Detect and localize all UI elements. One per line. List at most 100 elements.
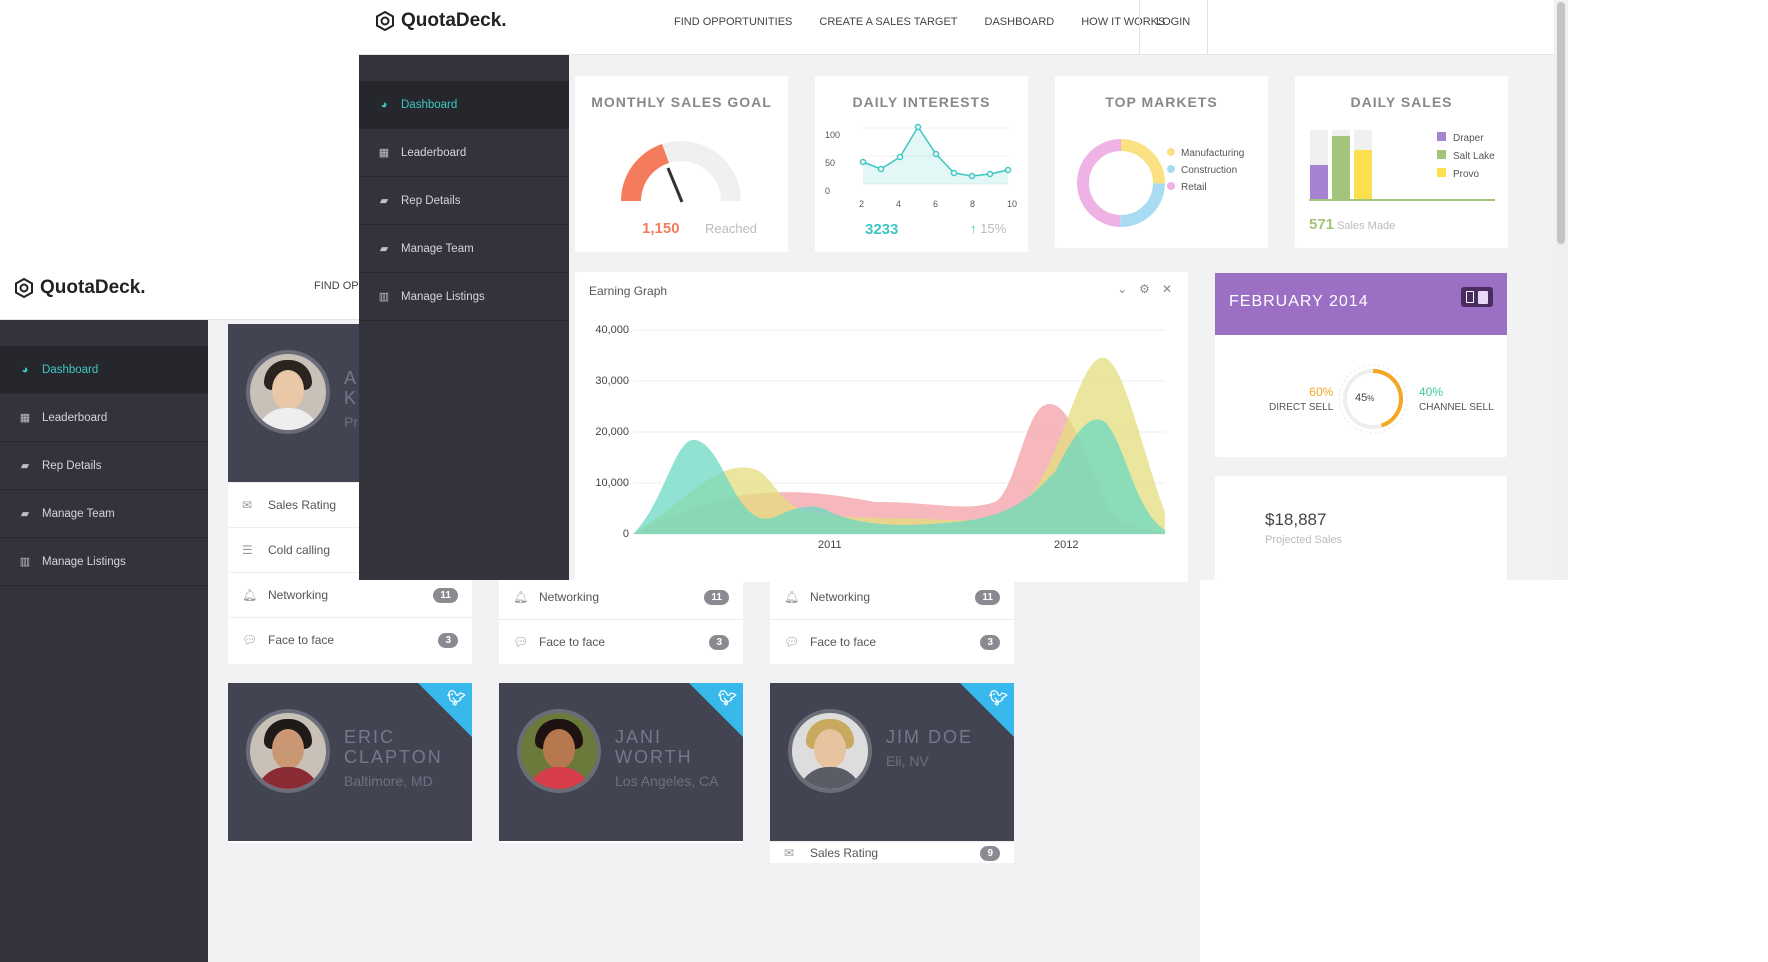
count-badge: 11 [975, 589, 1000, 605]
front-topbar: QuotaDeck. FIND OPPORTUNITIES CREATE A S… [359, 0, 1568, 55]
stat-row-face-to-face: 💬︎ Face to face 3 [770, 619, 1014, 664]
avatar[interactable] [517, 709, 601, 793]
profile-card-eric: ERIC CLAPTON Baltimore, MD 🐦︎ [228, 683, 472, 843]
bell-icon: 🔔︎ [242, 588, 258, 602]
chat-icon: 💬︎ [784, 635, 800, 649]
rep-card: 🔔︎ Networking 11 💬︎ Face to face 3 [770, 574, 1014, 664]
sidebar-item-manage-listings[interactable]: ▥ Manage Listings [359, 273, 569, 321]
count-badge: 11 [704, 589, 729, 605]
chat-icon: 💬︎ [242, 633, 258, 647]
logo-icon [376, 11, 394, 31]
stat-row-face-to-face: 💬︎ Face to face 3 [499, 619, 743, 664]
list-icon: ☰ [242, 543, 253, 557]
stat-row-face-to-face: 💬︎ Face to face 3 [228, 617, 472, 662]
interests-change: ↑ 15% [970, 221, 1007, 236]
brand-name: QuotaDeck. [401, 10, 507, 31]
projected-value: $18,887 [1265, 510, 1327, 529]
brand-name: QuotaDeck. [40, 277, 146, 298]
grid-icon: ▦ [19, 412, 31, 424]
bar-chart-icon: ▥ [378, 291, 390, 303]
twitter-icon[interactable]: 🐦︎ [418, 683, 472, 737]
nav-create-sales-target[interactable]: CREATE A SALES TARGET [819, 16, 957, 28]
nav-login[interactable]: LOGIN [1156, 16, 1190, 28]
sidebar-item-rep-details[interactable]: ▰ Rep Details [359, 177, 569, 225]
ring-value: 45% [1355, 392, 1375, 404]
nav-how-it-works[interactable]: HOW IT WORKS [1081, 16, 1165, 28]
book-icon: ▰ [20, 460, 30, 472]
profile-location: Los Angeles, CA [615, 773, 719, 789]
grid-icon: ▦ [378, 147, 390, 159]
avatar[interactable] [246, 709, 330, 793]
sidebar-item-dashboard[interactable]: ◕ Dashboard [359, 81, 569, 129]
profile-location: Baltimore, MD [344, 773, 433, 789]
daily-interests-card: DAILY INTERESTS 100 50 0 2 4 6 8 10 3233 ↑ 15% [815, 76, 1028, 252]
sidebar-item-rep-details[interactable]: ▰ Rep Details [0, 442, 208, 490]
chart-legend: Manufacturing Construction Retail [1167, 145, 1244, 196]
count-badge: 11 [433, 587, 458, 603]
chart-legend: Draper Salt Lake Provo [1437, 130, 1495, 184]
profile-location: Eli, NV [886, 753, 929, 769]
daily-sales-card: DAILY SALES Draper Salt Lake Provo 571 S… [1295, 76, 1508, 248]
twitter-icon[interactable]: 🐦︎ [689, 683, 743, 737]
area-chart [633, 329, 1165, 535]
nav-find-opportunities[interactable]: FIND OPPORTUNITIES [674, 16, 792, 28]
front-sidebar: ◕ Dashboard ▦ Leaderboard ▰ Rep Details ▰ Ma… [359, 55, 569, 580]
envelope-icon: ✉ [784, 846, 795, 860]
count-badge: 3 [438, 632, 458, 648]
rep-card: 🔔︎ Networking 11 💬︎ Face to face 3 [499, 574, 743, 664]
top-markets-card: TOP MARKETS Manufacturing Construction R… [1055, 76, 1268, 248]
front-logo[interactable]: QuotaDeck. [375, 10, 507, 32]
stat-row-sales-rating: ✉ Sales Rating 9 [770, 841, 1014, 863]
sidebar-item-dashboard[interactable]: ◕ Dashboard [0, 346, 208, 394]
count-badge: 3 [709, 634, 729, 650]
sidebar-item-leaderboard[interactable]: ▦ Leaderboard [359, 129, 569, 177]
logo-icon [15, 278, 33, 298]
sidebar-item-leaderboard[interactable]: ▦ Leaderboard [0, 394, 208, 442]
dashboard-icon: ◕ [21, 363, 29, 376]
profile-card-jim: JIM DOE Eli, NV 🐦︎ ✉ Sales Rating 9 [770, 683, 1014, 863]
profile-card-jani: JANI WORTH Los Angeles, CA 🐦︎ [499, 683, 743, 843]
channel-sell: 40% CHANNEL SELL [1419, 385, 1494, 413]
sidebar-item-manage-team[interactable]: ▰ Manage Team [359, 225, 569, 273]
book-icon: ▰ [20, 508, 30, 520]
monthly-sales-goal-card: MONTHLY SALES GOAL 1,150 Reached [575, 76, 788, 252]
bell-icon: 🔔︎ [513, 590, 529, 604]
nav-dashboard[interactable]: DASHBOARD [985, 16, 1055, 28]
profile-name: JANI WORTH [615, 727, 693, 767]
projected-sales-card: $18,887 Projected Sales [1215, 476, 1507, 580]
chat-icon: 💬︎ [513, 635, 529, 649]
february-card: FEBRUARY 2014 60% DIRECT SELL 45% 40% CHAN… [1215, 273, 1507, 457]
rep-name: A K [344, 368, 359, 408]
goal-label: Reached [705, 221, 758, 236]
avatar[interactable] [246, 350, 330, 434]
top-nav: FIND OPPORTUNITIES CREATE A SALES TARGET… [674, 0, 1208, 55]
back-sidebar: ◕ Dashboard ▦ Leaderboard ▰ Rep Details ▰ Ma… [0, 320, 208, 962]
interests-value: 3233 [865, 221, 899, 238]
sidebar-item-manage-team[interactable]: ▰ Manage Team [0, 490, 208, 538]
dashboard-icon: ◕ [380, 98, 388, 111]
twitter-icon[interactable]: 🐦︎ [960, 683, 1014, 737]
nav-divider [1139, 0, 1140, 55]
arrow-up-icon: ↑ [970, 221, 977, 236]
sidebar-item-manage-listings[interactable]: ▥ Manage Listings [0, 538, 208, 586]
book-icon: ▰ [379, 243, 389, 255]
back-logo[interactable]: QuotaDeck. [14, 277, 146, 299]
projected-label: Projected Sales [1265, 534, 1343, 546]
book-icon: ▰ [379, 195, 389, 207]
earning-graph-card: Earning Graph ⌄ ⚙ ✕ 40,000 30,000 20,000 10,0… [575, 272, 1188, 582]
progress-ring [1338, 364, 1408, 434]
envelope-icon: ✉ [242, 498, 253, 512]
count-badge: 3 [980, 634, 1000, 650]
front-window: QuotaDeck. FIND OPPORTUNITIES CREATE A S… [359, 0, 1568, 582]
bar-chart-icon: ▥ [19, 556, 31, 568]
rep-location: Pr [344, 414, 358, 430]
avatar[interactable] [788, 709, 872, 793]
daily-sales-summary: 571 Sales Made [1309, 216, 1396, 233]
nav-divider [1207, 0, 1208, 55]
scrollbar-thumb[interactable] [1557, 2, 1565, 244]
x-axis: 2 4 6 8 10 [859, 199, 1017, 209]
scrollbar[interactable] [1554, 0, 1568, 580]
count-badge: 9 [980, 846, 1000, 861]
bell-icon: 🔔︎ [784, 590, 800, 604]
goal-value: 1,150 [642, 220, 680, 237]
